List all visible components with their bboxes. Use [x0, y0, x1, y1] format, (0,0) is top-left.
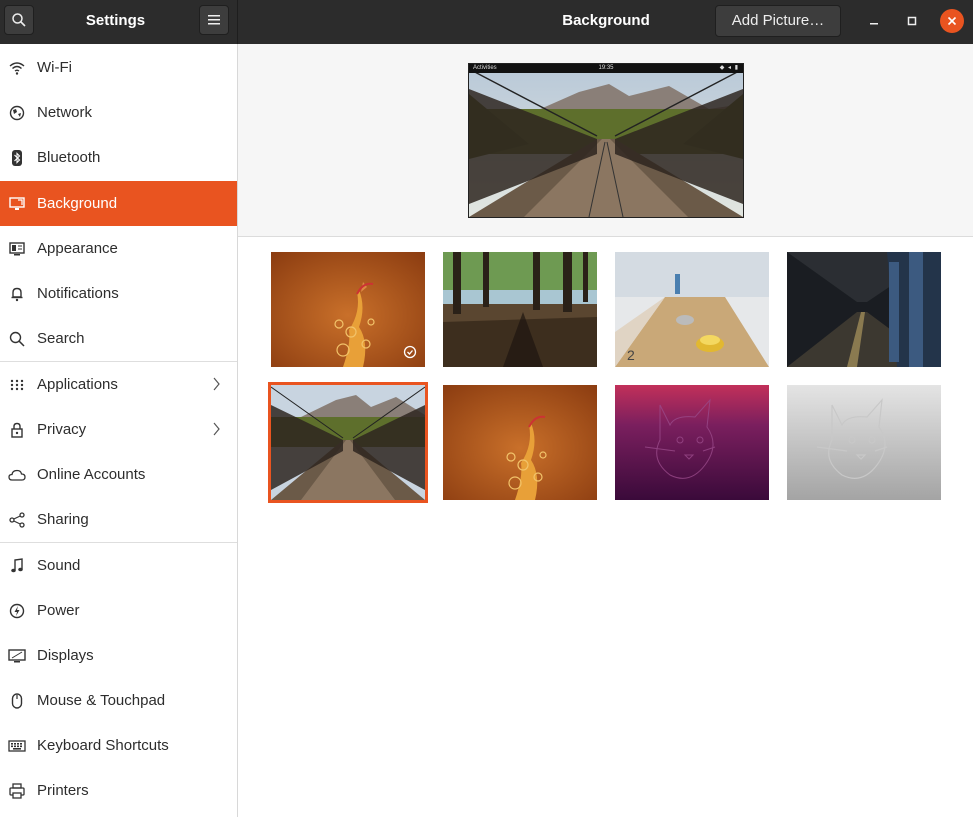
wallpaper-orange-bird[interactable]	[271, 252, 425, 367]
sidebar-item-label: Displays	[37, 647, 94, 664]
sidebar-item-label: Applications	[37, 376, 118, 393]
maximize-button[interactable]	[900, 9, 924, 33]
sidebar-item-wifi[interactable]: Wi-Fi	[0, 45, 237, 90]
sidebar-item-sound[interactable]: Sound	[0, 543, 237, 588]
preview-top-bar: Activities 19:35 ◆ ◂ ▮	[469, 64, 743, 73]
sidebar-item-label: Sound	[37, 557, 81, 574]
grey-cat-wallpaper-image	[787, 385, 941, 500]
preview-status-icons: ◆ ◂ ▮	[719, 65, 739, 71]
sidebar-item-applications[interactable]: Applications	[0, 362, 237, 407]
svg-text:2: 2	[627, 347, 635, 363]
sidebar-item-online-accounts[interactable]: Online Accounts	[0, 452, 237, 497]
chevron-right-icon	[213, 422, 220, 436]
wifi-icon	[8, 59, 26, 77]
minimize-icon	[870, 23, 878, 25]
sidebar-item-privacy[interactable]: Privacy	[0, 407, 237, 452]
purple-cat-wallpaper-image	[615, 385, 769, 500]
sidebar-item-notifications[interactable]: Notifications	[0, 271, 237, 316]
sidebar-item-label: Mouse & Touchpad	[37, 692, 166, 709]
settings-window: Settings Background Add Picture… Wi-Fi N…	[0, 0, 973, 817]
cloud-icon	[8, 466, 26, 484]
wallpaper-purple-cat[interactable]	[615, 385, 769, 500]
sidebar-item-label: Search	[37, 330, 85, 347]
chevron-right-icon	[213, 377, 220, 391]
lock-icon	[8, 421, 26, 439]
bridge-wallpaper-image	[271, 385, 425, 500]
menu-button[interactable]	[199, 5, 229, 35]
current-wallpaper-check-icon	[403, 345, 417, 359]
bell-icon	[8, 285, 26, 303]
wallpaper-orange-bird-alt[interactable]	[443, 385, 597, 500]
add-picture-button[interactable]: Add Picture…	[715, 5, 841, 37]
forest-lake-wallpaper-image	[443, 252, 597, 367]
close-button[interactable]	[940, 9, 964, 33]
shuffleboard-wallpaper-image: 2	[615, 252, 769, 367]
orange-bird-alt-wallpaper-image	[443, 385, 597, 500]
sidebar-item-power[interactable]: Power	[0, 588, 237, 633]
sidebar-item-appearance[interactable]: Appearance	[0, 226, 237, 271]
close-icon	[947, 16, 957, 26]
sidebar-item-label: Bluetooth	[37, 149, 101, 166]
grid-icon	[8, 376, 26, 394]
share-icon	[8, 511, 26, 529]
sidebar-item-label: Background	[37, 195, 118, 212]
search-icon	[8, 330, 26, 348]
bridge-preview-image	[469, 64, 743, 217]
display-icon	[8, 647, 26, 665]
network-icon	[8, 104, 26, 122]
sidebar: Wi-Fi Network Bluetooth Background Appea…	[0, 44, 238, 817]
search-button[interactable]	[4, 5, 34, 35]
desktop-preview: Activities 19:35 ◆ ◂ ▮	[468, 63, 744, 218]
keyboard-icon	[8, 737, 26, 755]
maximize-icon	[907, 16, 917, 26]
sidebar-item-label: Sharing	[37, 511, 89, 528]
sidebar-item-printers[interactable]: Printers	[0, 768, 237, 813]
wallpaper-shuffleboard[interactable]: 2	[615, 252, 769, 367]
mouse-icon	[8, 692, 26, 710]
sidebar-item-label: Privacy	[37, 421, 87, 438]
hamburger-icon	[208, 15, 220, 25]
settings-title: Settings	[85, 12, 146, 29]
music-note-icon	[8, 557, 26, 575]
wallpaper-subway-station[interactable]	[787, 252, 941, 367]
sidebar-item-label: Notifications	[37, 285, 119, 302]
minimize-button[interactable]	[862, 9, 886, 33]
sidebar-item-network[interactable]: Network	[0, 90, 237, 135]
wallpaper-grey-cat[interactable]	[787, 385, 941, 500]
sidebar-item-mouse-touchpad[interactable]: Mouse & Touchpad	[0, 678, 237, 723]
sidebar-item-bluetooth[interactable]: Bluetooth	[0, 135, 237, 180]
sidebar-item-keyboard-shortcuts[interactable]: Keyboard Shortcuts	[0, 723, 237, 768]
sidebar-item-label: Online Accounts	[37, 466, 146, 483]
page-title: Background	[562, 12, 650, 29]
background-panel: Activities 19:35 ◆ ◂ ▮ 2	[238, 44, 973, 817]
search-icon	[12, 13, 26, 27]
power-icon	[8, 602, 26, 620]
wallpaper-bridge[interactable]	[268, 382, 428, 503]
sidebar-item-label: Keyboard Shortcuts	[37, 737, 169, 754]
header-left: Settings	[0, 0, 238, 44]
sidebar-item-search[interactable]: Search	[0, 316, 237, 361]
sidebar-item-label: Power	[37, 602, 80, 619]
background-icon	[8, 195, 26, 213]
wallpaper-forest-lake[interactable]	[443, 252, 597, 367]
bluetooth-icon	[8, 149, 26, 167]
printer-icon	[8, 782, 26, 800]
appearance-icon	[8, 240, 26, 258]
sidebar-item-label: Appearance	[37, 240, 118, 257]
preview-clock: 19:35	[598, 65, 614, 71]
sidebar-item-label: Printers	[37, 782, 89, 799]
sidebar-item-background[interactable]: Background	[0, 181, 237, 226]
sidebar-item-displays[interactable]: Displays	[0, 633, 237, 678]
sidebar-item-sharing[interactable]: Sharing	[0, 497, 237, 542]
sidebar-item-label: Wi-Fi	[37, 59, 72, 76]
preview-area: Activities 19:35 ◆ ◂ ▮	[238, 44, 973, 237]
sidebar-item-label: Network	[37, 104, 93, 121]
orange-bird-wallpaper-image	[271, 252, 425, 367]
header-bar: Settings Background Add Picture…	[0, 0, 973, 44]
subway-station-wallpaper-image	[787, 252, 941, 367]
